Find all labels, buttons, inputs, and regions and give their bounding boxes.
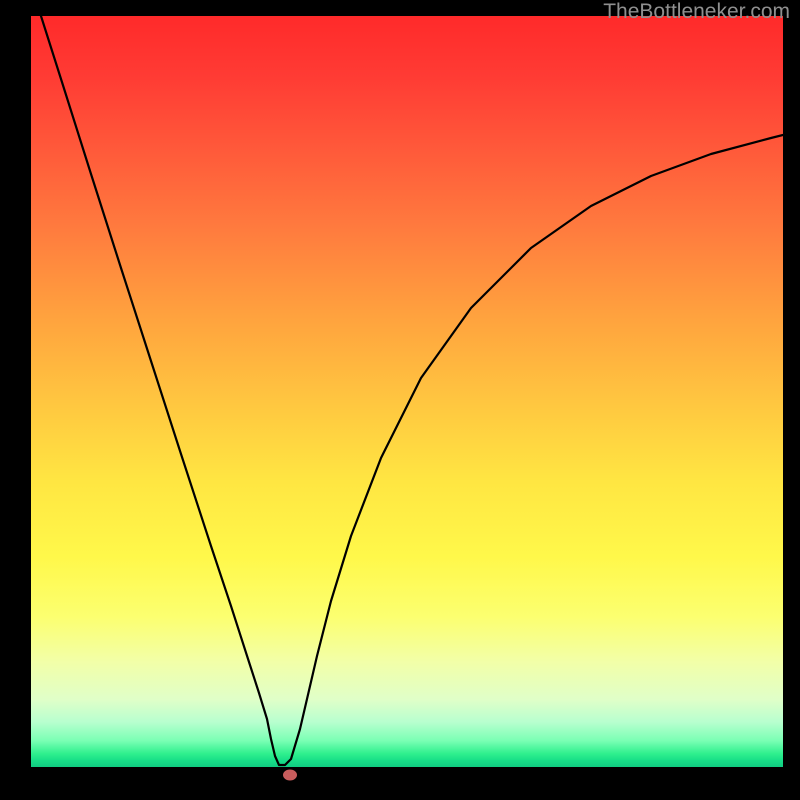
- watermark-text: TheBottleneker.com: [603, 0, 790, 24]
- optimal-point-marker: [283, 770, 297, 781]
- plot-area: [31, 16, 783, 767]
- chart-frame: TheBottleneker.com: [0, 0, 800, 800]
